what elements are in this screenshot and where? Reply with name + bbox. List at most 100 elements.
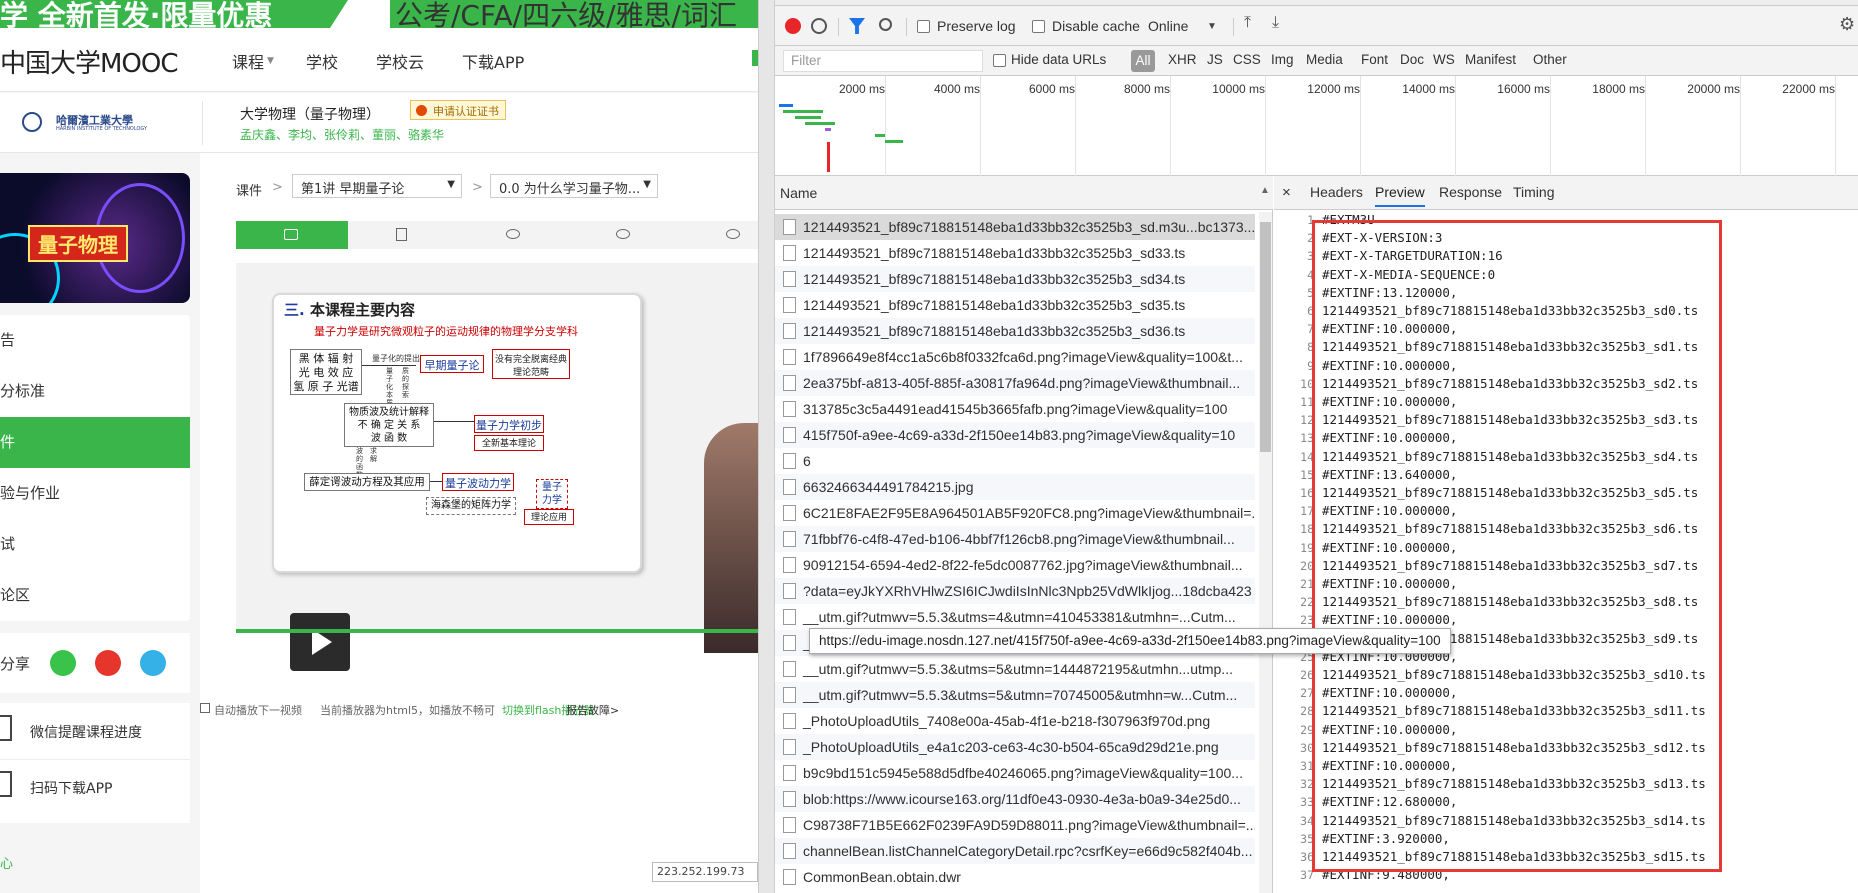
document-icon[interactable] <box>396 228 407 241</box>
preview-line: 1214493521_bf89c718815148eba1d33bb32c352… <box>1322 594 1699 610</box>
filter-type-css[interactable]: CSS <box>1233 52 1261 67</box>
request-row[interactable]: b9c9bd151c5945e588d5dfbe40246065.png?ima… <box>775 760 1255 786</box>
request-row[interactable]: 6 <box>775 448 1255 474</box>
filter-type-font[interactable]: Font <box>1361 52 1388 67</box>
bottom-link[interactable]: 心 <box>0 853 13 872</box>
qq-icon[interactable] <box>140 650 166 676</box>
scan-download-link[interactable]: 扫码下载APP <box>30 778 112 798</box>
wechat-progress-link[interactable]: 微信提醒课程进度 <box>30 722 142 742</box>
preview-line: 1214493521_bf89c718815148eba1d33bb32c352… <box>1322 739 1706 755</box>
preserve-log-checkbox[interactable] <box>917 20 930 33</box>
request-list-scrollbar[interactable] <box>1259 212 1272 893</box>
play-button[interactable] <box>290 613 350 671</box>
request-row[interactable]: channelBean.listChannelCategoryDetail.rp… <box>775 838 1255 864</box>
request-row[interactable]: C98738F71B5E662F0239FA9D59D88011.png?ima… <box>775 812 1255 838</box>
load-marker <box>827 142 830 172</box>
report-issue-link[interactable]: 报告故障> <box>566 702 619 718</box>
request-row[interactable]: __utm.gif?utmwv=5.5.3&utms=4&utmn=410453… <box>775 604 1255 630</box>
promo-banner[interactable]: 学 全新首发·限量优惠 公考/CFA/四六级/雅思/词汇 <box>0 0 758 28</box>
filter-type-other[interactable]: Other <box>1533 52 1567 67</box>
lesson-select[interactable]: 第1讲 早期量子论 ▼ <box>292 174 462 198</box>
weibo-icon[interactable] <box>95 650 121 676</box>
waterfall-bar <box>795 116 821 119</box>
request-row[interactable]: _PhotoUploadUtils_7408e00a-45ab-4f1e-b21… <box>775 708 1255 734</box>
request-row[interactable]: 2ea375bf-a813-405f-885f-a30817fa964d.png… <box>775 370 1255 396</box>
scrollbar-thumb[interactable] <box>1260 222 1271 452</box>
unit-select[interactable]: 0.0 为什么学习量子物... ▼ <box>490 174 658 198</box>
discussion-icon[interactable] <box>616 229 630 239</box>
menu-item-announcement[interactable]: 告 <box>0 315 190 366</box>
request-row[interactable]: 1214493521_bf89c718815148eba1d33bb32c352… <box>775 214 1255 240</box>
filter-type-doc[interactable]: Doc <box>1400 52 1424 67</box>
clear-icon[interactable] <box>811 18 827 34</box>
request-row[interactable]: 1214493521_bf89c718815148eba1d33bb32c352… <box>775 266 1255 292</box>
menu-item-courseware[interactable]: 件 <box>0 417 190 468</box>
sort-arrow-icon[interactable]: ▲ <box>1260 185 1270 196</box>
request-row[interactable]: 90912154-6594-4ed2-8f22-fe5dc0087762.jpg… <box>775 552 1255 578</box>
request-row[interactable]: 6632466344491784215.jpg <box>775 474 1255 500</box>
request-row[interactable]: 71fbbf76-c4f8-47ed-b106-4bbf7f126cb8.png… <box>775 526 1255 552</box>
request-row[interactable]: 1214493521_bf89c718815148eba1d33bb32c352… <box>775 318 1255 344</box>
request-row[interactable]: __utm.gif?utmwv=5.5.3&utms=5&utmn=707450… <box>775 682 1255 708</box>
nav-download-app[interactable]: 下载APP <box>462 49 524 73</box>
throttle-select[interactable]: Online <box>1148 18 1188 34</box>
request-row[interactable]: _PhotoUploadUtils_e4a1c203-ce63-4c30-b50… <box>775 734 1255 760</box>
gear-icon[interactable]: ⚙ <box>1839 14 1855 35</box>
filter-input[interactable]: Filter <box>783 50 983 72</box>
name-column-header[interactable]: Name <box>780 185 817 201</box>
tab-video[interactable] <box>236 221 348 249</box>
menu-item-quiz-homework[interactable]: 验与作业 <box>0 468 190 519</box>
tab-timing[interactable]: Timing <box>1513 184 1555 200</box>
school-logo[interactable]: 哈爾濱工業大學 HARBIN INSTITUTE OF TECHNOLOGY <box>22 110 147 138</box>
request-row[interactable]: 1f7896649e8f4cc1a5c6b8f0332fca6d.png?ima… <box>775 344 1255 370</box>
pane-splitter[interactable] <box>758 0 775 893</box>
autoplay-checkbox[interactable] <box>200 703 210 713</box>
mooc-logo[interactable]: 中国大学MOOC <box>0 43 179 80</box>
request-row[interactable]: 313785c3c5a4491ead41545b3665fafb.png?ima… <box>775 396 1255 422</box>
nav-schools[interactable]: 学校 <box>306 49 338 73</box>
course-teachers[interactable]: 孟庆鑫、李均、张伶莉、董丽、骆素华 <box>240 126 444 143</box>
menu-item-forum[interactable]: 论区 <box>0 570 190 621</box>
network-overview-timeline[interactable]: 2000 ms 4000 ms 6000 ms 8000 ms 10000 ms… <box>775 76 1858 176</box>
tab-headers[interactable]: Headers <box>1310 184 1363 200</box>
request-row[interactable]: ?data=eyJkYXRhVHlwZSI6ICJwdiIsInNlc3Npb2… <box>775 578 1255 604</box>
request-row[interactable]: CommonBean.obtain.dwr <box>775 864 1255 890</box>
request-row[interactable]: 415f750f-a9ee-4c69-a33d-2f150ee14b83.png… <box>775 422 1255 448</box>
filter-type-all[interactable]: All <box>1131 50 1155 72</box>
chevron-down-icon[interactable]: ▼ <box>1207 21 1217 32</box>
request-row[interactable]: __utm.gif?utmwv=5.5.3&utms=5&utmn=144487… <box>775 656 1255 682</box>
filter-type-ws[interactable]: WS <box>1433 52 1455 67</box>
discussion-icon[interactable] <box>726 229 740 239</box>
tab-preview[interactable]: Preview <box>1375 184 1425 207</box>
m3u8-preview[interactable]: 1 #EXTM3U 2 #EXT-X-VERSION:3 3 #EXT-X-TARGETD… <box>1274 212 1858 893</box>
record-icon[interactable] <box>785 18 801 34</box>
line-number: 27 <box>1300 686 1314 701</box>
export-har-icon[interactable]: ⤓ <box>1272 14 1279 32</box>
progress-track[interactable] <box>236 629 758 633</box>
filter-type-xhr[interactable]: XHR <box>1168 52 1197 67</box>
filter-type-manifest[interactable]: Manifest <box>1465 52 1516 67</box>
filter-type-media[interactable]: Media <box>1306 52 1343 67</box>
filter-icon[interactable] <box>849 18 865 34</box>
hide-data-urls-checkbox[interactable] <box>993 54 1006 67</box>
filter-type-img[interactable]: Img <box>1271 52 1294 67</box>
apply-certificate-button[interactable]: 申请认证证书 <box>410 100 506 120</box>
discussion-icon[interactable] <box>506 229 520 239</box>
request-row[interactable]: 6C21E8FAE2F95E8A964501AB5F920FC8.png?ima… <box>775 500 1255 526</box>
filter-type-js[interactable]: JS <box>1207 52 1223 67</box>
nav-school-cloud[interactable]: 学校云 <box>376 49 424 73</box>
search-icon[interactable] <box>879 18 892 31</box>
request-row[interactable]: 1214493521_bf89c718815148eba1d33bb32c352… <box>775 240 1255 266</box>
wechat-icon[interactable] <box>50 650 76 676</box>
request-row[interactable]: blob:https://www.icourse163.org/11df0e43… <box>775 786 1255 812</box>
close-icon[interactable]: × <box>1282 184 1291 201</box>
nav-courses[interactable]: 课程 <box>232 49 264 73</box>
video-player[interactable]: 三. 本课程主要内容 量子力学是研究微观粒子的运动规律的物理学分支学科 黑 体 … <box>236 263 758 671</box>
tab-response[interactable]: Response <box>1439 184 1502 200</box>
import-har-icon[interactable]: ⤒ <box>1244 14 1251 32</box>
menu-item-grading[interactable]: 分标准 <box>0 366 190 417</box>
request-row[interactable]: 1214493521_bf89c718815148eba1d33bb32c352… <box>775 292 1255 318</box>
menu-item-exam[interactable]: 试 <box>0 519 190 570</box>
disable-cache-checkbox[interactable] <box>1032 20 1045 33</box>
timeline-tick: 6000 ms <box>1028 82 1075 96</box>
